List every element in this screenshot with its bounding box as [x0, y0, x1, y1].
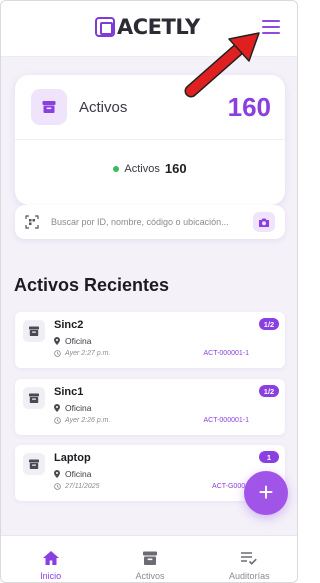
location-pin-icon	[54, 470, 60, 478]
hamburger-menu-icon	[262, 20, 280, 22]
card-divider	[15, 139, 285, 140]
asset-name: Sinc2	[54, 319, 84, 331]
search-input[interactable]	[51, 205, 241, 239]
archive-box-icon	[23, 320, 45, 342]
search-bar	[15, 205, 285, 239]
list-item[interactable]: Sinc2 Oficina Ayer 2:27 p.m. ACT-000001-…	[15, 312, 285, 368]
asset-location: Oficina	[54, 336, 91, 346]
date-text: Ayer 2:27 p.m.	[65, 350, 111, 357]
list-item[interactable]: Sinc1 Oficina Ayer 2:26 p.m. ACT-000001-…	[15, 379, 285, 435]
location-text: Oficina	[65, 469, 92, 479]
section-title: Activos Recientes	[14, 275, 170, 295]
nav-item-auditorias[interactable]: Auditorías	[200, 536, 297, 582]
qr-scan-icon[interactable]	[25, 215, 39, 229]
location-text: Oficina	[65, 403, 92, 413]
main-content: Activos 160 Activos 160 Buscar por ID, n…	[1, 57, 297, 535]
home-icon	[42, 551, 59, 565]
asset-code: ACT-000001-1	[203, 350, 249, 357]
logo-icon	[95, 17, 115, 37]
clock-icon	[54, 483, 61, 490]
asset-date: Ayer 2:26 p.m.	[54, 417, 110, 424]
footer-label: Activos	[124, 162, 160, 175]
nav-label: Auditorías	[229, 571, 270, 581]
archive-box-icon	[23, 387, 45, 409]
summary-label: Activos	[79, 99, 128, 116]
nav-label: Inicio	[40, 571, 62, 581]
annotation-arrow	[184, 32, 260, 98]
count-badge: 1/2	[259, 385, 279, 397]
archive-box-icon	[31, 89, 67, 125]
archive-box-icon	[142, 551, 157, 565]
footer-value: 160	[164, 161, 187, 176]
nav-item-inicio[interactable]: Inicio	[1, 536, 100, 582]
asset-location: Oficina	[54, 403, 91, 413]
bottom-navigation: Inicio Activos Auditorías	[1, 535, 297, 582]
camera-icon	[259, 218, 269, 227]
checklist-icon	[241, 552, 258, 565]
clock-icon	[54, 350, 61, 357]
count-badge: 1	[259, 451, 279, 463]
asset-name: Sinc1	[54, 386, 84, 398]
clock-icon	[54, 417, 61, 424]
location-pin-icon	[54, 337, 60, 345]
location-pin-icon	[54, 404, 60, 412]
archive-box-icon	[23, 453, 45, 475]
status-dot	[113, 165, 120, 172]
asset-date: Ayer 2:27 p.m.	[54, 350, 110, 357]
menu-line	[262, 26, 280, 28]
asset-code: ACT-000001-1	[203, 417, 249, 424]
menu-line	[262, 32, 280, 34]
nav-item-activos[interactable]: Activos	[100, 536, 199, 582]
summary-footer: Activos 160	[15, 161, 285, 176]
add-asset-button[interactable]: +	[244, 471, 288, 515]
nav-label: Activos	[135, 571, 165, 581]
asset-date: 27/11/2025	[54, 483, 100, 490]
camera-button[interactable]	[253, 212, 275, 232]
menu-button[interactable]	[260, 18, 282, 36]
location-text: Oficina	[65, 336, 92, 346]
asset-name: Laptop	[54, 452, 91, 464]
app-screen: ACETLY Activos 160 Activos 160 Buscar po…	[0, 0, 298, 583]
date-text: Ayer 2:26 p.m.	[65, 417, 111, 424]
date-text: 27/11/2025	[65, 483, 100, 490]
asset-location: Oficina	[54, 469, 91, 479]
count-badge: 1/2	[259, 318, 279, 330]
